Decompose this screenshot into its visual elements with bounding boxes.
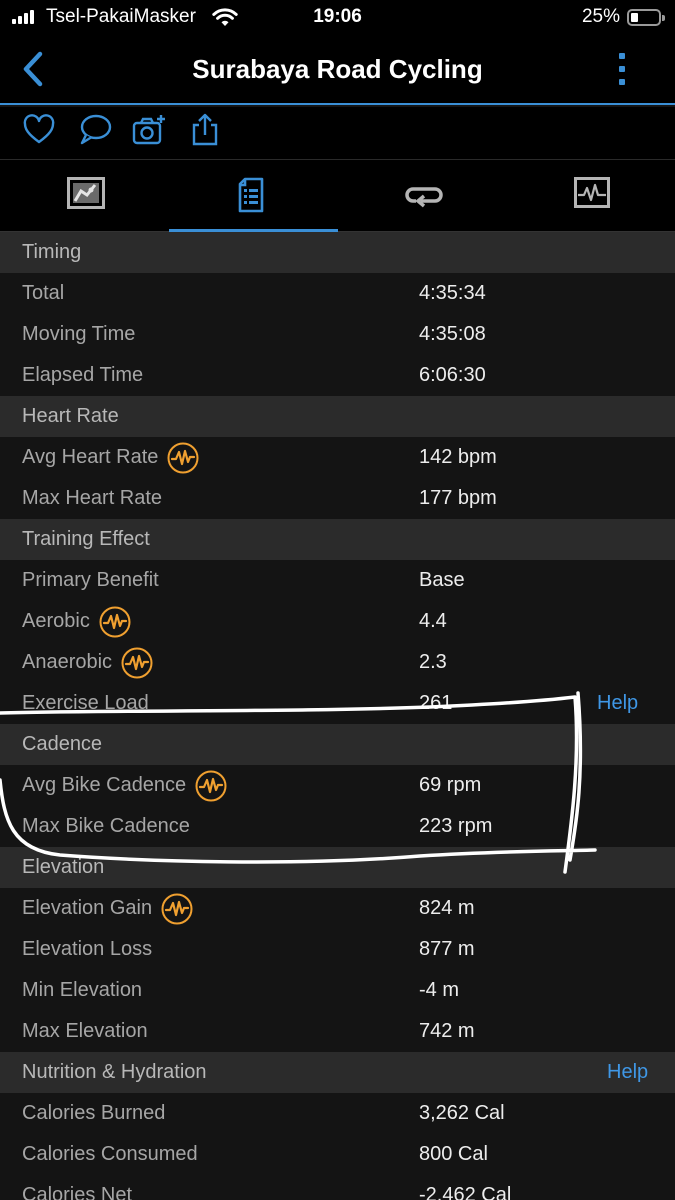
stat-row-max-bike-cadence: Max Bike Cadence 223 rpm	[0, 806, 675, 847]
stat-label: Moving Time	[22, 323, 136, 345]
tab-map[interactable]	[0, 160, 169, 232]
share-icon[interactable]	[188, 113, 222, 147]
stat-value: 742 m	[419, 1020, 475, 1042]
stat-label: Primary Benefit	[22, 569, 159, 591]
stat-label: Max Heart Rate	[22, 487, 163, 509]
stat-label-with-badge: Avg Bike Cadence	[22, 770, 227, 802]
stat-label: Elapsed Time	[22, 364, 144, 386]
stat-label-with-badge: Anaerobic	[22, 647, 153, 679]
performance-badge-icon[interactable]	[99, 606, 131, 638]
stat-value: 223 rpm	[419, 815, 493, 837]
stat-value: 4.4	[419, 610, 447, 632]
section-header-elevation: Elevation	[0, 847, 675, 888]
activity-stats-list: Timing Total 4:35:34 Moving Time 4:35:08 E…	[0, 232, 675, 1200]
help-link[interactable]: Help	[597, 692, 638, 715]
map-icon	[67, 177, 105, 209]
stat-label: Calories Consumed	[22, 1143, 198, 1165]
stats-list-icon	[238, 177, 264, 213]
stat-row-exercise-load: Exercise Load 261 Help	[0, 683, 675, 724]
stat-row-max-heart-rate: Max Heart Rate 177 bpm	[0, 478, 675, 519]
stat-value: 142 bpm	[419, 446, 497, 468]
section-header-heart-rate: Heart Rate	[0, 396, 675, 437]
stat-value: 3,262 Cal	[419, 1102, 505, 1124]
tab-laps[interactable]	[338, 160, 507, 232]
stat-label: Calories Net	[22, 1184, 133, 1200]
laps-icon	[405, 187, 443, 208]
stat-label-with-badge: Aerobic	[22, 606, 131, 638]
section-header-timing: Timing	[0, 232, 675, 273]
page-title: Surabaya Road Cycling	[192, 54, 483, 84]
stat-row-elevation-gain[interactable]: Elevation Gain 824 m	[0, 888, 675, 929]
clock-time: 19:06	[313, 6, 362, 27]
stat-label: Calories Burned	[22, 1102, 166, 1124]
stat-value: 4:35:34	[419, 282, 486, 304]
stat-label: Min Elevation	[22, 979, 143, 1001]
stat-row-aerobic[interactable]: Aerobic 4.4	[0, 601, 675, 642]
stat-label: Exercise Load	[22, 692, 149, 714]
stat-value: 2.3	[419, 651, 447, 673]
stat-row-calories-net: Calories Net -2,462 Cal	[0, 1175, 675, 1200]
help-link[interactable]: Help	[607, 1061, 648, 1084]
stat-value: 4:35:08	[419, 323, 486, 345]
performance-badge-icon[interactable]	[195, 770, 227, 802]
stat-row-total: Total 4:35:34	[0, 273, 675, 314]
stat-row-calories-consumed: Calories Consumed 800 Cal	[0, 1134, 675, 1175]
stat-value: 69 rpm	[419, 774, 482, 796]
more-vertical-icon[interactable]	[612, 50, 632, 88]
performance-badge-icon[interactable]	[161, 893, 193, 925]
section-header-cadence: Cadence	[0, 724, 675, 765]
stat-value: -4 m	[419, 979, 459, 1001]
activity-tabs	[0, 160, 675, 232]
performance-badge-icon[interactable]	[121, 647, 153, 679]
stat-row-max-elevation: Max Elevation 742 m	[0, 1011, 675, 1052]
battery-icon	[627, 9, 665, 26]
stat-row-min-elevation: Min Elevation -4 m	[0, 970, 675, 1011]
stat-row-avg-heart-rate[interactable]: Avg Heart Rate 142 bpm	[0, 437, 675, 478]
stat-value: 177 bpm	[419, 487, 497, 509]
stat-value: 824 m	[419, 897, 475, 919]
add-photo-icon[interactable]	[132, 113, 166, 147]
stat-value: 261	[419, 692, 453, 714]
section-header-nutrition: Nutrition & Hydration Help	[0, 1052, 675, 1093]
performance-badge-icon[interactable]	[167, 442, 199, 474]
tab-stats[interactable]	[169, 160, 338, 232]
stat-row-elapsed-time: Elapsed Time 6:06:30	[0, 355, 675, 396]
battery-percent: 25%	[581, 6, 620, 27]
stat-value: Base	[419, 569, 465, 591]
section-header-training-effect: Training Effect	[0, 519, 675, 560]
stat-label: Max Elevation	[22, 1020, 148, 1042]
stat-row-calories-burned: Calories Burned 3,262 Cal	[0, 1093, 675, 1134]
stat-row-moving-time: Moving Time 4:35:08	[0, 314, 675, 355]
comment-icon[interactable]	[78, 113, 112, 147]
heart-icon[interactable]	[22, 113, 56, 147]
activity-actions-bar	[0, 107, 675, 160]
stat-row-primary-benefit: Primary Benefit Base	[0, 560, 675, 601]
stat-row-elevation-loss: Elevation Loss 877 m	[0, 929, 675, 970]
navigation-bar: Surabaya Road Cycling	[0, 34, 675, 105]
stat-label: Elevation Loss	[22, 938, 153, 960]
stat-label: Total	[22, 282, 65, 304]
stat-label-with-badge: Elevation Gain	[22, 893, 193, 925]
stat-value: 800 Cal	[419, 1143, 488, 1165]
stat-value: -2,462 Cal	[419, 1184, 512, 1200]
stat-row-anaerobic[interactable]: Anaerobic 2.3	[0, 642, 675, 683]
stat-value: 877 m	[419, 938, 475, 960]
stat-label-with-badge: Avg Heart Rate	[22, 442, 199, 474]
chart-icon	[574, 177, 610, 208]
status-bar: Tsel-PakaiMasker 19:06 25%	[0, 0, 675, 34]
tab-charts[interactable]	[507, 160, 675, 232]
stat-row-avg-bike-cadence[interactable]: Avg Bike Cadence 69 rpm	[0, 765, 675, 806]
stat-value: 6:06:30	[419, 364, 486, 386]
stat-label: Max Bike Cadence	[22, 815, 190, 837]
